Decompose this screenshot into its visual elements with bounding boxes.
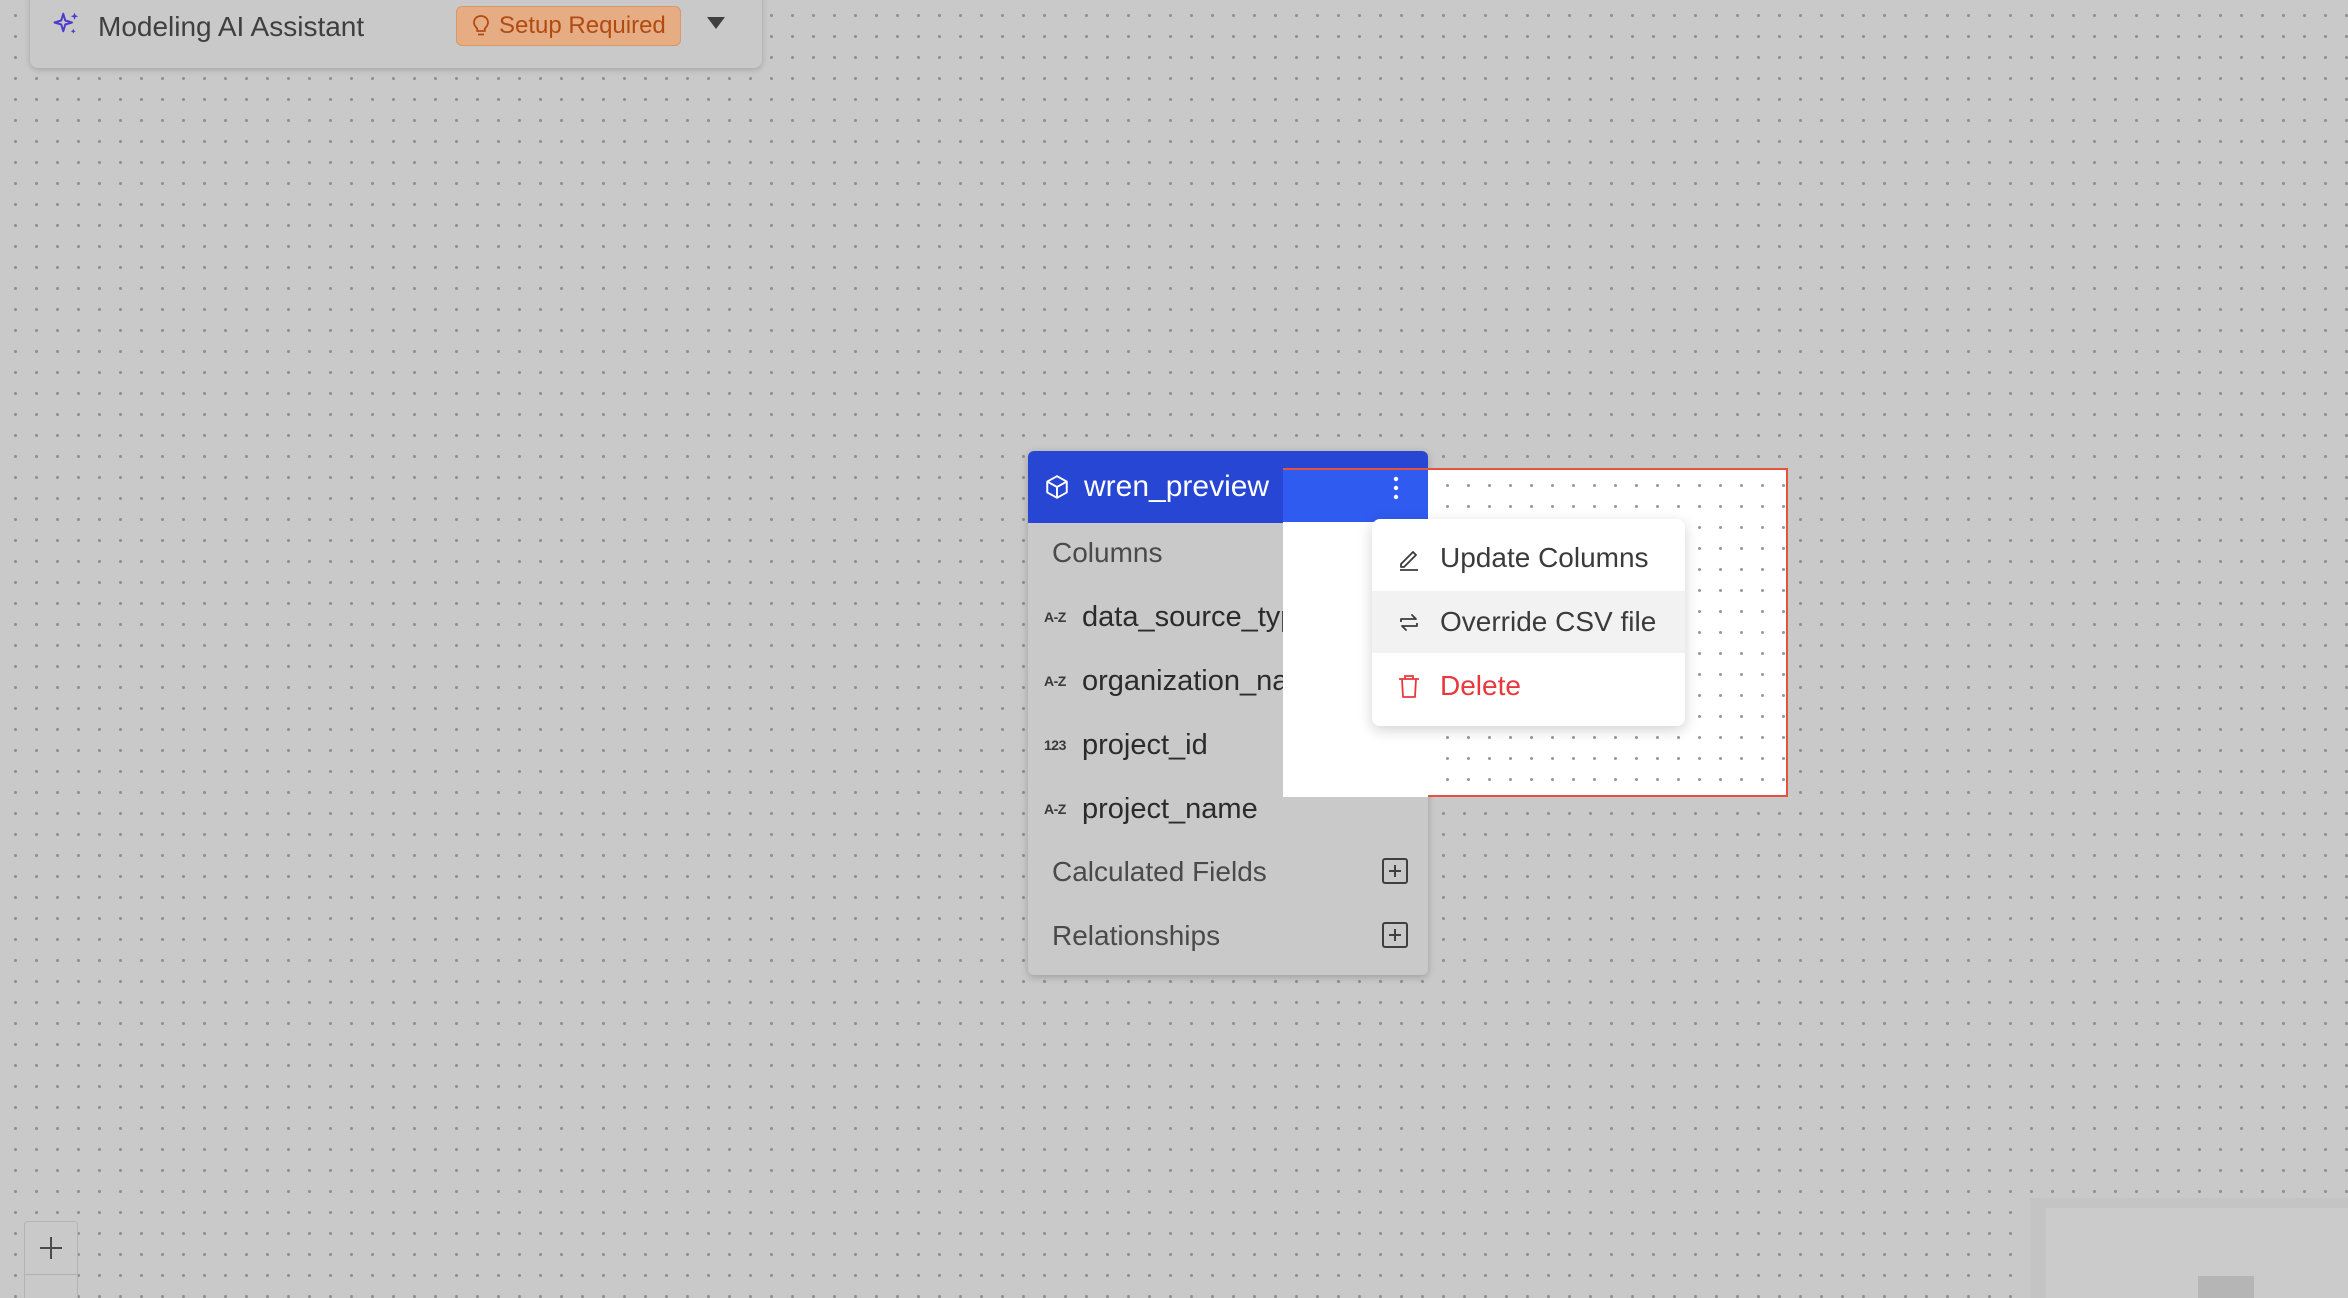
text-type-icon: A-Z xyxy=(1044,801,1066,817)
model-actions-menu: Update Columns Override CSV file Delete xyxy=(1372,519,1685,726)
more-vertical-icon[interactable] xyxy=(1386,472,1406,504)
column-row[interactable]: 123 project_id xyxy=(1044,725,1208,765)
text-type-icon: A-Z xyxy=(1044,609,1066,625)
modeling-ai-assistant-bar[interactable]: Modeling AI Assistant Setup Required xyxy=(30,0,762,68)
sparkle-icon xyxy=(53,12,79,34)
cube-icon xyxy=(1046,475,1068,499)
setup-required-badge[interactable]: Setup Required xyxy=(456,6,681,46)
delete-menu-item[interactable]: Delete xyxy=(1372,655,1685,717)
zoom-in-icon[interactable] xyxy=(38,1235,64,1261)
setup-required-label: Setup Required xyxy=(499,12,666,39)
swap-icon xyxy=(1400,614,1418,631)
add-calculated-field-icon[interactable] xyxy=(1382,858,1408,884)
lightbulb-icon xyxy=(473,15,489,36)
text-type-icon: A-Z xyxy=(1044,673,1066,689)
column-row[interactable]: A-Z data_source_type xyxy=(1044,597,1313,637)
minimap-node xyxy=(2198,1276,2254,1298)
column-name: data_source_type xyxy=(1082,600,1313,633)
edit-icon xyxy=(1400,551,1418,571)
update-columns-menu-item[interactable]: Update Columns xyxy=(1372,527,1685,589)
zoom-divider xyxy=(25,1274,77,1275)
relationships-label: Relationships xyxy=(1052,920,1221,951)
update-columns-label: Update Columns xyxy=(1440,542,1649,573)
header-highlight-overlap xyxy=(1283,470,1428,522)
minimap-viewport xyxy=(2046,1208,2348,1298)
column-row[interactable]: A-Z project_name xyxy=(1044,789,1258,829)
add-relationship-icon[interactable] xyxy=(1382,922,1408,948)
zoom-controls xyxy=(24,1221,78,1298)
calculated-fields-label: Calculated Fields xyxy=(1052,856,1267,887)
minimap[interactable] xyxy=(2030,1198,2348,1298)
columns-section-label: Columns xyxy=(1052,537,1163,568)
delete-label: Delete xyxy=(1440,670,1521,701)
assistant-title: Modeling AI Assistant xyxy=(98,11,365,42)
column-name: project_name xyxy=(1082,792,1258,825)
number-type-icon: 123 xyxy=(1044,737,1066,753)
override-csv-label: Override CSV file xyxy=(1440,606,1657,637)
trash-icon xyxy=(1399,675,1419,698)
column-name: project_id xyxy=(1082,728,1208,761)
override-csv-menu-item[interactable]: Override CSV file xyxy=(1372,591,1685,653)
model-name: wren_preview xyxy=(1084,470,1270,503)
caret-down-icon[interactable] xyxy=(706,16,726,30)
